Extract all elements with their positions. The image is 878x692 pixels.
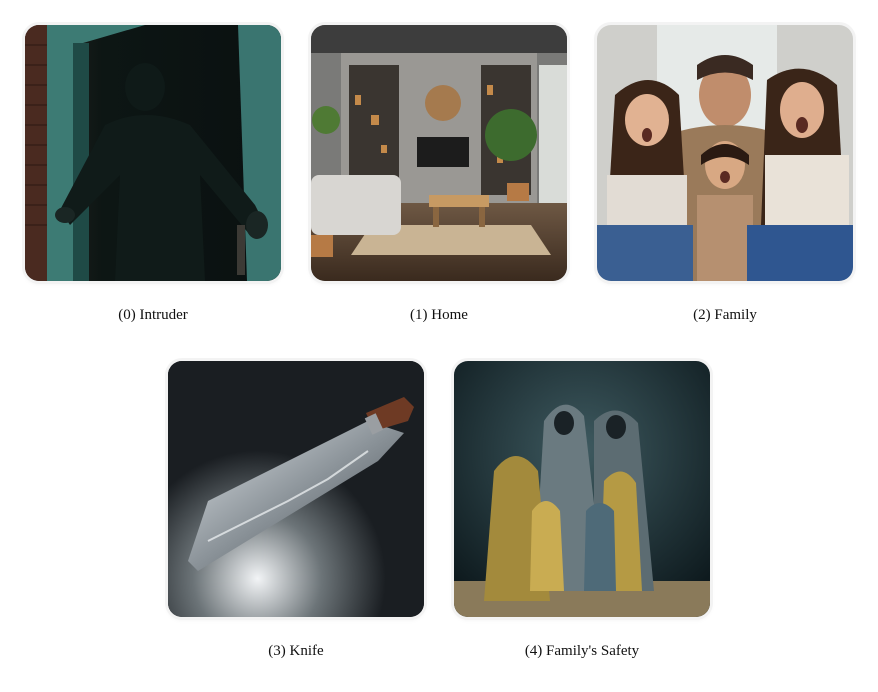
gallery-caption: (2) Family	[693, 307, 757, 323]
knife-image[interactable]	[168, 361, 424, 617]
gallery-caption: (0) Intruder	[118, 307, 188, 323]
intruder-image[interactable]	[25, 25, 281, 281]
gallery-caption: (1) Home	[410, 307, 468, 323]
family-image[interactable]	[597, 25, 853, 281]
gallery-caption: (4) Family's Safety	[524, 643, 640, 659]
home-image[interactable]	[311, 25, 567, 281]
family-safety-image[interactable]	[454, 361, 710, 617]
gallery-caption: (3) Knife	[268, 643, 324, 659]
